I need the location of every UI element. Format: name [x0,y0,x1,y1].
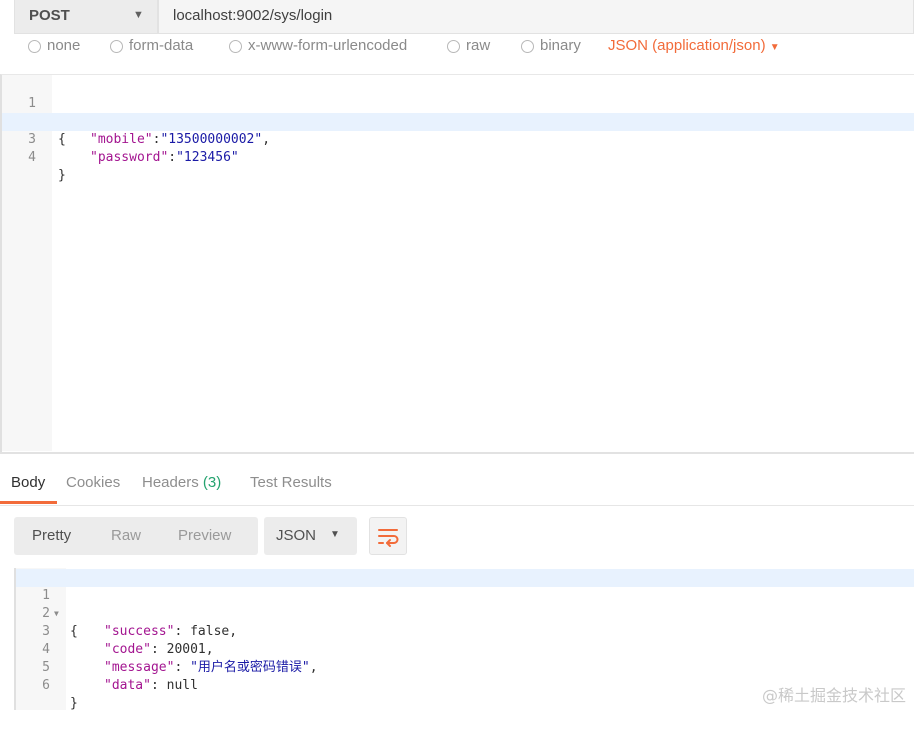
format-label: JSON [276,527,317,544]
view-preview-button[interactable]: Preview [178,527,231,544]
code-text: } [58,168,66,183]
wrap-lines-icon [378,529,399,547]
code-text: "password":"123456" [90,150,239,165]
url-text: localhost:9002/sys/login [173,7,333,24]
response-tabs: Body Cookies Headers (3) Test Results [0,466,914,506]
format-select[interactable]: JSON ▼ [264,517,357,555]
url-input[interactable]: localhost:9002/sys/login [158,0,914,34]
line-number: 4 [28,150,36,165]
radio-icon [28,39,41,53]
body-type-none[interactable]: none [28,38,80,54]
active-code-line: 1 ▼ { [16,569,914,639]
active-tab-indicator [0,501,57,504]
line-number: 6 [42,678,50,693]
caret-down-icon: ▼ [769,42,780,53]
method-label: POST [29,7,70,24]
radio-icon [110,39,123,53]
request-bar: POST ▼ localhost:9002/sys/login [0,0,914,38]
radio-icon [447,39,460,53]
panel-divider[interactable] [0,452,914,454]
body-type-options: none form-data x-www-form-urlencoded raw… [0,38,914,60]
body-type-json-select[interactable]: JSON (application/json) ▼ [608,38,780,54]
body-type-form-data[interactable]: form-data [110,38,193,54]
caret-down-icon: ▼ [330,529,340,540]
code-line: 6 } [16,659,914,711]
method-select[interactable]: POST ▼ [14,0,158,34]
radio-icon [521,39,534,53]
code-text: "data": null [104,678,198,693]
code-line: 2 "success": false, [16,587,914,639]
caret-down-icon: ▼ [133,9,144,21]
request-body-editor[interactable]: 1 ▼ { 2 "mobile":"13500000002", 3 "passw… [0,74,914,452]
active-code-line: 3 "password":"123456" [2,113,914,165]
code-line: 3 "code": 20001, [16,605,914,657]
code-line: 2 "mobile":"13500000002", [2,95,914,147]
code-line: 1 ▼ { [2,77,914,147]
body-type-binary[interactable]: binary [521,38,581,54]
code-text: } [70,696,78,711]
tab-body[interactable]: Body [11,474,45,491]
tab-cookies[interactable]: Cookies [66,474,120,491]
view-raw-button[interactable]: Raw [111,527,141,544]
body-type-urlencoded[interactable]: x-www-form-urlencoded [229,38,407,54]
radio-icon [229,39,242,53]
tab-test-results[interactable]: Test Results [250,474,332,491]
code-line: 4 } [2,131,914,183]
watermark: @稀土掘金技术社区 [761,686,906,705]
headers-count-badge: (3) [202,474,222,491]
wrap-lines-button[interactable] [369,517,407,555]
code-line: 5 "data": null [16,641,914,693]
body-type-raw[interactable]: raw [447,38,490,54]
view-mode-group: Pretty Raw Preview [14,517,258,555]
view-pretty-button[interactable]: Pretty [32,527,71,544]
code-line: 4 "message": "用户名或密码错误", [16,623,914,675]
tab-headers[interactable]: Headers (3) [142,474,221,491]
